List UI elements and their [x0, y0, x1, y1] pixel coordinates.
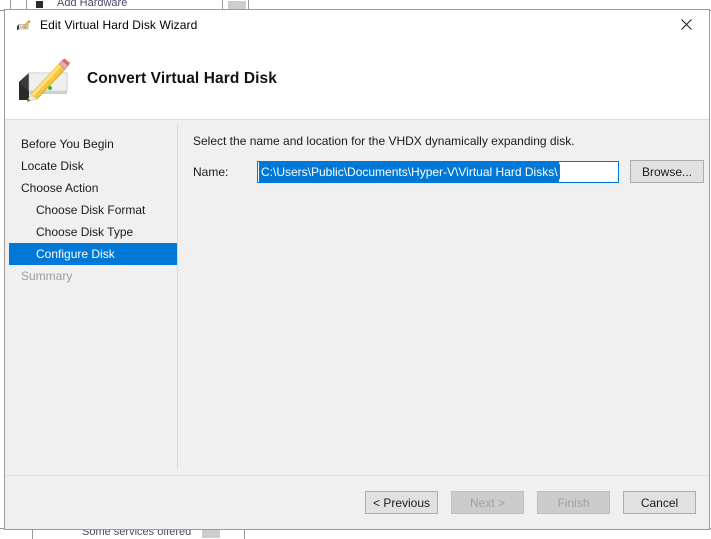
sidebar-item-choose-action[interactable]: Choose Action — [5, 177, 177, 199]
dialog-header: Convert Virtual Hard Disk — [5, 39, 709, 120]
vhd-pencil-icon — [16, 17, 32, 33]
sidebar-item-choose-disk-type[interactable]: Choose Disk Type — [5, 221, 177, 243]
background-tree-node-icon — [36, 1, 43, 8]
dialog-title: Edit Virtual Hard Disk Wizard — [40, 17, 198, 32]
sidebar-item-configure-disk[interactable]: Configure Disk — [9, 243, 178, 265]
wizard-step-sidebar: Before You Begin Locate Disk Choose Acti… — [5, 120, 178, 475]
close-icon[interactable] — [664, 10, 709, 39]
sidebar-item-summary: Summary — [21, 269, 73, 283]
background-scrollbar — [202, 530, 220, 538]
next-button: Next > — [451, 491, 524, 514]
finish-button: Finish — [537, 491, 610, 514]
content-description: Select the name and location for the VHD… — [193, 134, 575, 148]
sidebar-item-locate-disk[interactable]: Locate Disk — [5, 155, 177, 177]
wizard-content-panel: Select the name and location for the VHD… — [177, 120, 709, 475]
background-window-top-label: Add Hardware — [57, 0, 128, 9]
name-input[interactable]: C:\Users\Public\Documents\Hyper-V\Virtua… — [257, 160, 619, 183]
name-input-value: C:\Users\Public\Documents\Hyper-V\Virtua… — [259, 161, 559, 182]
sidebar-item-before-you-begin[interactable]: Before You Begin — [5, 133, 177, 155]
dialog-body: Before You Begin Locate Disk Choose Acti… — [5, 120, 709, 475]
text-caret — [558, 164, 560, 179]
cancel-button[interactable]: Cancel — [623, 491, 696, 514]
vhd-pencil-large-icon — [15, 56, 75, 102]
browse-button[interactable]: Browse... — [630, 160, 704, 183]
dialog-footer: < Previous Next > Finish Cancel — [5, 475, 709, 529]
edit-virtual-hard-disk-wizard-dialog: Edit Virtual Hard Disk Wizard Convert Vi… — [4, 9, 710, 530]
name-field-row: Name: C:\Users\Public\Documents\Hyper-V\… — [193, 160, 709, 183]
name-label: Name: — [193, 164, 229, 179]
previous-button[interactable]: < Previous — [365, 491, 438, 514]
sidebar-item-choose-disk-format[interactable]: Choose Disk Format — [5, 199, 177, 221]
page-title: Convert Virtual Hard Disk — [87, 70, 277, 87]
dialog-titlebar[interactable]: Edit Virtual Hard Disk Wizard — [5, 10, 709, 39]
